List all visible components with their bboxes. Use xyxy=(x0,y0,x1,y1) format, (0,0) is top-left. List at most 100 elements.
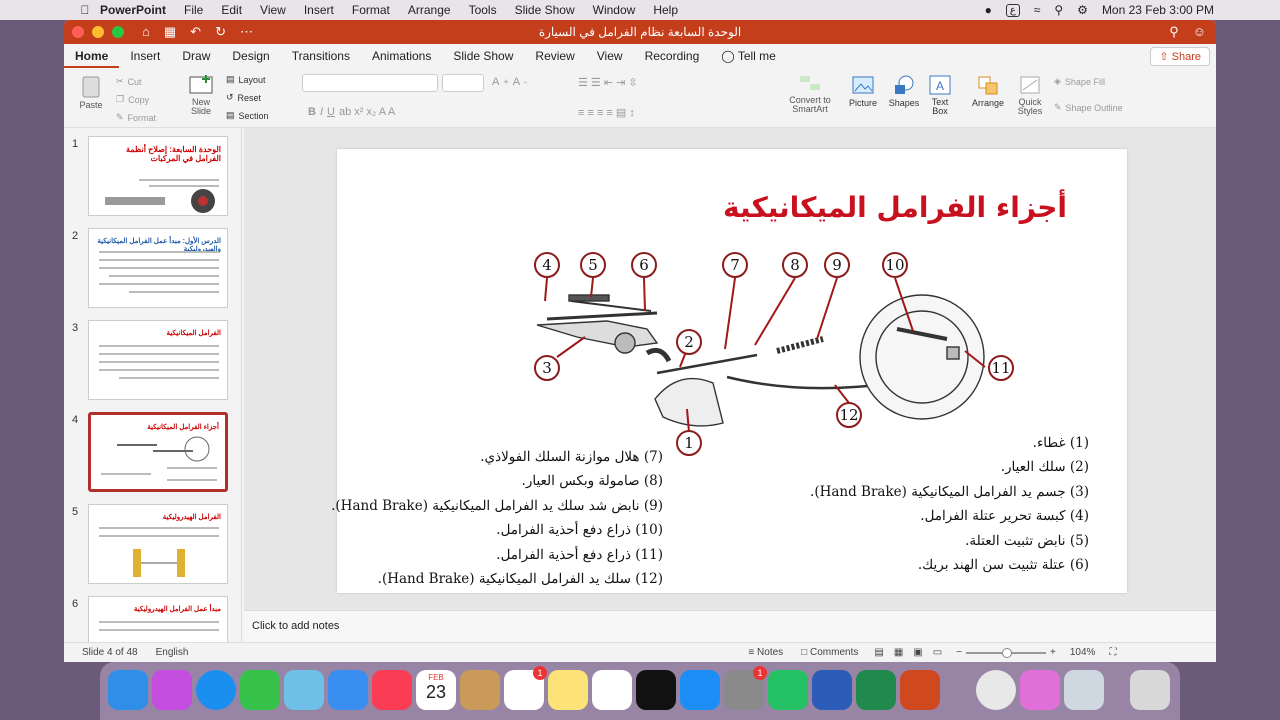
menubar-clock[interactable]: Mon 23 Feb 3:00 PM xyxy=(1102,3,1214,17)
app-menu[interactable]: PowerPoint xyxy=(100,3,166,17)
format-painter-button[interactable]: ✎ Format xyxy=(116,112,156,123)
text-format-controls[interactable]: BIU ab x² x₂ A A xyxy=(308,106,395,118)
slide-thumbnail-4[interactable]: أجزاء الفرامل الميكانيكية xyxy=(88,412,228,492)
keynote-icon[interactable] xyxy=(1020,670,1060,710)
slide-canvas[interactable]: أجزاء الفرامل الميكانيكية 1 2 3 4 5 6 7 … xyxy=(331,149,1127,593)
notes-app-icon[interactable] xyxy=(548,670,588,710)
menu-help[interactable]: Help xyxy=(653,3,678,17)
zoom-slider-thumb[interactable] xyxy=(1002,647,1013,658)
font-size-dropdown[interactable] xyxy=(442,74,484,92)
zoom-out-button[interactable]: − xyxy=(956,647,962,658)
wifi-icon[interactable]: ≈ xyxy=(1034,3,1041,17)
reset-button[interactable]: ↺ Reset xyxy=(226,92,261,103)
whatsapp-icon[interactable] xyxy=(768,670,808,710)
tell-me-search[interactable]: ◯ Tell me xyxy=(710,44,787,68)
slide-editor[interactable]: أجزاء الفرامل الميكانيكية 1 2 3 4 5 6 7 … xyxy=(244,128,1216,610)
quick-styles-button[interactable]: Quick Styles xyxy=(1012,74,1048,116)
maps-icon[interactable] xyxy=(284,670,324,710)
tab-slide-show[interactable]: Slide Show xyxy=(442,44,524,68)
record-icon[interactable]: ● xyxy=(985,3,992,17)
input-source-indicator[interactable]: ع xyxy=(1005,3,1020,17)
menu-insert[interactable]: Insert xyxy=(304,3,334,17)
slide-thumbnail-5[interactable]: الفرامل الهيدروليكية xyxy=(88,504,228,584)
section-button[interactable]: ▤ Section xyxy=(226,110,269,121)
legend-right[interactable]: (1) غطاء. (2) سلك العيار. (3) جسم يد الف… xyxy=(810,431,1089,577)
normal-view-icon[interactable]: ▤ xyxy=(874,647,883,658)
finder-icon[interactable] xyxy=(108,670,148,710)
menu-file[interactable]: File xyxy=(184,3,203,17)
more-icon[interactable]: ⋯ xyxy=(240,24,253,40)
tab-home[interactable]: Home xyxy=(64,44,120,68)
list-controls[interactable]: ☰ ☰ ⇤ ⇥ ⇳ xyxy=(578,76,638,89)
reading-view-icon[interactable]: ▣ xyxy=(913,647,922,658)
text-box-button[interactable]: A Text Box xyxy=(926,74,954,116)
slide-thumbnail-6[interactable]: مبدأ عمل الفرامل الهيدروليكية xyxy=(88,596,228,642)
account-icon[interactable]: ☺ xyxy=(1193,24,1206,40)
freeform-icon[interactable] xyxy=(592,670,632,710)
menu-edit[interactable]: Edit xyxy=(221,3,242,17)
paragraph-align-controls[interactable]: ≡ ≡ ≡ ≡ ▤ ↕ xyxy=(578,106,635,119)
tab-design[interactable]: Design xyxy=(221,44,280,68)
apple-tv-icon[interactable] xyxy=(636,670,676,710)
copy-button[interactable]: ❐ Copy xyxy=(116,94,149,105)
trash-icon[interactable] xyxy=(1130,670,1170,710)
tab-insert[interactable]: Insert xyxy=(119,44,171,68)
share-button[interactable]: ⇧ Share xyxy=(1150,47,1210,66)
messages-icon[interactable] xyxy=(240,670,280,710)
font-size-controls[interactable]: A + A- xyxy=(492,76,527,88)
arrange-button[interactable]: Arrange xyxy=(970,74,1006,108)
notes-pane[interactable]: Click to add notes xyxy=(244,610,1216,642)
minimize-window-button[interactable] xyxy=(92,26,104,38)
search-icon[interactable]: ⚲ xyxy=(1169,24,1179,40)
convert-smartart-button[interactable]: Convert to SmartArt xyxy=(782,74,838,114)
app-store-icon[interactable] xyxy=(680,670,720,710)
zoom-in-button[interactable]: + xyxy=(1050,647,1056,658)
slide-thumbnail-3[interactable]: الفرامل الميكانيكية xyxy=(88,320,228,400)
menu-arrange[interactable]: Arrange xyxy=(408,3,451,17)
menu-view[interactable]: View xyxy=(260,3,286,17)
close-window-button[interactable] xyxy=(72,26,84,38)
tab-recording[interactable]: Recording xyxy=(634,44,711,68)
font-family-dropdown[interactable] xyxy=(302,74,438,92)
contacts-icon[interactable] xyxy=(460,670,500,710)
menu-tools[interactable]: Tools xyxy=(469,3,497,17)
tab-draw[interactable]: Draw xyxy=(171,44,221,68)
tab-transitions[interactable]: Transitions xyxy=(281,44,361,68)
apple-icon[interactable]:  xyxy=(70,3,100,17)
search-icon[interactable]: ⚲ xyxy=(1054,3,1063,17)
music-icon[interactable] xyxy=(372,670,412,710)
save-icon[interactable]: ▦ xyxy=(164,24,176,40)
slide-sorter-icon[interactable]: ▦ xyxy=(894,647,903,658)
language-indicator[interactable]: English xyxy=(156,647,189,658)
powerpoint-icon[interactable] xyxy=(900,670,940,710)
tab-animations[interactable]: Animations xyxy=(361,44,442,68)
fit-slide-icon[interactable]: ⛶ xyxy=(1109,647,1116,658)
notes-toggle[interactable]: ≡ Notes xyxy=(748,647,783,658)
home-icon[interactable]: ⌂ xyxy=(142,24,150,40)
mail-icon[interactable] xyxy=(328,670,368,710)
comments-toggle[interactable]: □ Comments xyxy=(801,647,858,658)
zoom-window-button[interactable] xyxy=(112,26,124,38)
menu-window[interactable]: Window xyxy=(593,3,636,17)
tab-review[interactable]: Review xyxy=(524,44,585,68)
excel-icon[interactable] xyxy=(856,670,896,710)
launchpad-icon[interactable] xyxy=(152,670,192,710)
slide-thumbnail-1[interactable]: الوحدة السابعة: إصلاح أنظمة الفرامل في ا… xyxy=(88,136,228,216)
safari-icon[interactable] xyxy=(196,670,236,710)
system-settings-icon[interactable]: 1 xyxy=(724,666,767,710)
shape-fill-button[interactable]: ◈ Shape Fill xyxy=(1054,76,1105,87)
menu-slide-show[interactable]: Slide Show xyxy=(515,3,575,17)
zoom-level[interactable]: 104% xyxy=(1070,647,1096,658)
tab-view[interactable]: View xyxy=(586,44,634,68)
shape-outline-button[interactable]: ✎ Shape Outline xyxy=(1054,102,1123,113)
calendar-icon[interactable]: FEB 23 xyxy=(416,670,456,710)
slideshow-view-icon[interactable]: ▭ xyxy=(933,647,942,658)
menu-format[interactable]: Format xyxy=(352,3,390,17)
slide-thumbnail-2[interactable]: الدرس الأول: مبدأ عمل الفرامل الميكانيكي… xyxy=(88,228,228,308)
picture-button[interactable]: Picture xyxy=(846,74,880,108)
zoom-slider[interactable] xyxy=(966,647,1047,658)
new-slide-button[interactable]: New Slide xyxy=(184,74,218,116)
layout-button[interactable]: ▤ Layout xyxy=(226,74,266,85)
shapes-button[interactable]: Shapes xyxy=(886,74,922,108)
control-center-icon[interactable]: ⚙ xyxy=(1077,3,1088,17)
